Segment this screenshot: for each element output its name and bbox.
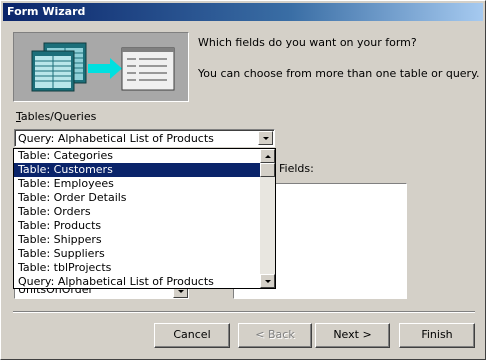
dropdown-option[interactable]: Table: Employees — [14, 177, 260, 191]
form-wizard-window: Form Wizard Which fields do you want on … — [0, 0, 486, 360]
wizard-question: Which fields do you want on your form? — [198, 36, 417, 49]
selected-fields-label: Fields: — [279, 162, 314, 175]
wizard-illustration — [13, 32, 189, 102]
dropdown-option[interactable]: Table: Customers — [14, 163, 260, 177]
dropdown-scrollbar[interactable] — [260, 149, 275, 288]
dropdown-option[interactable]: Table: Categories — [14, 149, 260, 163]
dropdown-option[interactable]: Table: Products — [14, 219, 260, 233]
combo-selected-value: Query: Alphabetical List of Products — [18, 132, 214, 145]
finish-button[interactable]: Finish — [399, 323, 475, 348]
dropdown-option[interactable]: Table: Order Details — [14, 191, 260, 205]
combo-dropdown-button[interactable] — [258, 131, 273, 145]
chevron-down-icon — [177, 289, 184, 293]
dropdown-option[interactable]: Table: Suppliers — [14, 247, 260, 261]
dropdown-option[interactable]: Table: Orders — [14, 205, 260, 219]
tables-to-form-icon — [31, 42, 175, 92]
dropdown-option[interactable]: Query: Alphabetical List of Products — [14, 275, 260, 289]
next-button[interactable]: Next > — [315, 323, 390, 348]
scrollbar-thumb[interactable] — [260, 163, 275, 177]
tables-queries-combo[interactable]: Query: Alphabetical List of Products — [14, 129, 275, 147]
scroll-down-button[interactable] — [260, 274, 275, 288]
tables-queries-label: Tables/Queries — [16, 110, 97, 123]
dropdown-option[interactable]: Table: Shippers — [14, 233, 260, 247]
separator — [13, 311, 475, 313]
back-button[interactable]: < Back — [238, 323, 312, 348]
chevron-down-icon — [264, 279, 271, 283]
cancel-button[interactable]: Cancel — [154, 323, 230, 348]
scroll-up-button[interactable] — [260, 149, 275, 163]
tables-queries-dropdown[interactable]: Table: Categories Table: Customers Table: … — [13, 148, 276, 289]
dropdown-options: Table: Categories Table: Customers Table: … — [14, 149, 260, 289]
window-title: Form Wizard — [3, 3, 483, 21]
wizard-hint: You can choose from more than one table … — [198, 67, 480, 80]
chevron-up-icon — [264, 154, 271, 158]
dropdown-option[interactable]: Table: tblProjects — [14, 261, 260, 275]
chevron-down-icon — [262, 136, 269, 140]
